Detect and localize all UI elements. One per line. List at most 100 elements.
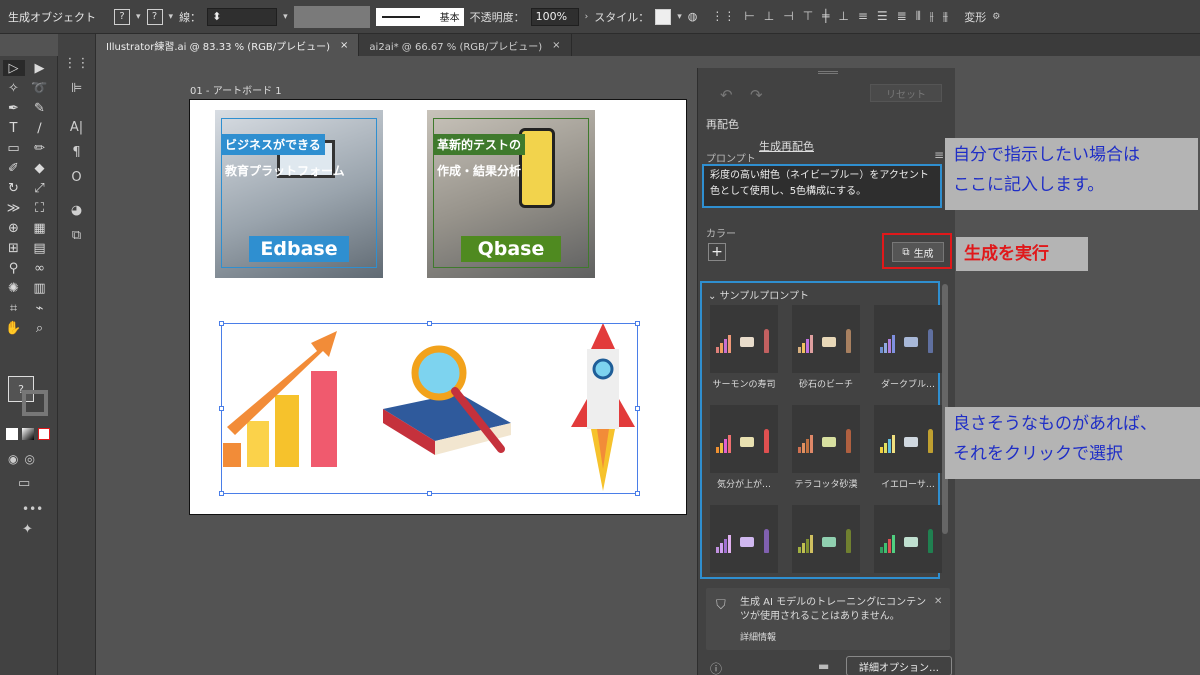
distribute-hcenter-icon[interactable]: ⫲ [930,9,934,24]
shaper-tool-icon[interactable]: ✐ [3,160,25,176]
pathfinder-panel-icon[interactable]: ⧉ [72,228,81,243]
learn-more-link[interactable]: 詳細情報 [740,630,776,643]
variable-width-profile[interactable] [293,5,370,28]
sample-card-label[interactable]: イエローサ… [870,477,946,490]
perspective-grid-icon[interactable]: ▦ [29,220,51,236]
slice-tool-icon[interactable]: ⌁ [29,300,51,316]
undo-icon[interactable]: ↶ [720,86,733,104]
eraser-icon[interactable]: ◆ [29,160,51,176]
tab-recolor[interactable]: 再配色 [706,116,739,132]
sample-card[interactable] [792,405,860,473]
close-icon[interactable]: × [552,40,560,51]
draw-normal-icon[interactable]: ◉ [8,452,18,466]
sparkle-icon[interactable]: ✦ [22,522,33,537]
panel-grip[interactable] [818,71,838,74]
opacity-field[interactable]: 100% [530,7,579,26]
resize-handle[interactable] [635,491,640,496]
chevron-down-icon[interactable]: ▾ [677,12,682,22]
close-icon[interactable]: ✕ [934,596,942,607]
stroke-swatch[interactable]: ? [146,8,163,25]
edbase-thumbnail[interactable]: ビジネスができる 教育プラットフォーム Edbase [215,110,383,278]
sample-card-label[interactable]: 気分が上が… [706,477,782,490]
resize-handle[interactable] [219,491,224,496]
sample-prompts-title[interactable]: ⌄ サンプルプロンプト [708,287,809,302]
pen-tool-icon[interactable]: ✒ [3,100,25,116]
sample-card-label[interactable]: 砂石のビーチ [788,377,864,390]
align-right-icon[interactable]: ⊣ [783,9,793,24]
sample-card[interactable] [874,305,942,373]
screen-mode-icon[interactable]: ▭ [18,476,30,491]
stroke-indicator[interactable] [22,390,48,416]
sample-card[interactable] [874,505,942,573]
type-tool-icon[interactable]: T [3,120,25,136]
distribute-center-icon[interactable]: ☰ [877,9,888,24]
selection-tool-icon[interactable]: ▷ [2,60,25,76]
sample-card[interactable] [710,505,778,573]
blend-tool-icon[interactable]: ∞ [29,260,51,276]
rotate-tool-icon[interactable]: ↻ [3,180,25,196]
distribute-bottom-icon[interactable]: ≣ [897,9,907,24]
distribute-left-icon[interactable]: ⫴ [916,9,921,24]
sample-card-label[interactable]: サーモンの寿司 [706,377,782,390]
character-panel-icon[interactable]: A| [70,120,83,135]
hand-tool-icon[interactable]: ✋ [3,320,25,336]
qbase-thumbnail[interactable]: 革新的テストの 作成・結果分析 Qbase [427,110,595,278]
align-panel-icon[interactable]: ⊫ [71,81,82,96]
tab-generative-recolor[interactable]: 生成再配色 [759,116,814,154]
eyedropper-icon[interactable]: ⚲ [3,260,25,276]
none-button[interactable] [38,428,50,440]
resize-handle[interactable] [219,321,224,326]
gradient-tool-icon[interactable]: ▤ [29,240,51,256]
align-center-icon[interactable]: ⊥ [764,9,774,24]
resize-handle[interactable] [635,321,640,326]
shape-builder-icon[interactable]: ⊕ [3,220,25,236]
tab-ai2ai[interactable]: ai2ai* @ 66.67 % (RGB/プレビュー) × [359,34,572,56]
sample-card[interactable] [710,305,778,373]
align-top-icon[interactable]: ⊤ [803,9,813,24]
artboards-panel-icon[interactable]: ⋮⋮ [64,56,90,71]
color-button[interactable] [6,428,18,440]
curvature-tool-icon[interactable]: ✎ [29,100,51,116]
chevron-down-icon[interactable]: ▾ [169,12,174,22]
brush-definition-dropdown[interactable]: 基本 [375,7,464,26]
sample-card-label[interactable]: テラコッタ砂漠 [788,477,864,490]
fill-stroke-widget[interactable]: ? [8,376,48,420]
generate-button[interactable]: ⧉ 生成 [892,242,944,262]
align-grid-icon[interactable]: ⋮⋮ [711,9,735,24]
align-middle-icon[interactable]: ╪ [822,9,829,24]
gear-icon[interactable]: ⚙ [992,12,1000,22]
folder-icon[interactable]: ▬ [818,659,829,673]
mesh-tool-icon[interactable]: ⊞ [3,240,25,256]
magic-wand-icon[interactable]: ✧ [3,80,25,96]
resize-handle[interactable] [427,321,432,326]
add-color-button[interactable]: + [708,243,726,261]
distribute-right-icon[interactable]: ⫵ [943,9,949,24]
fill-swatch[interactable]: ? [114,8,130,25]
paragraph-panel-icon[interactable]: ¶ [72,145,80,160]
redo-icon[interactable]: ↷ [750,86,763,104]
resize-handle[interactable] [635,406,640,411]
chevron-right-icon[interactable]: › [585,12,589,22]
paintbrush-icon[interactable]: ✏ [29,140,51,156]
info-icon[interactable]: ⓘ [710,660,722,675]
line-tool-icon[interactable]: ∕ [29,120,51,136]
lasso-icon[interactable]: ➰ [29,80,51,96]
zoom-tool-icon[interactable]: ⌕ [29,320,51,336]
graphic-style-swatch[interactable] [655,8,672,25]
appearance-panel-icon[interactable]: ◕ [71,203,82,218]
sample-card[interactable] [874,405,942,473]
artboard-tool-icon[interactable]: ⌗ [3,300,25,316]
prompt-textarea[interactable]: 彩度の高い紺色（ネイビーブルー）をアクセント色として使用し、5色構成にする。 [702,164,942,208]
align-bottom-icon[interactable]: ⊥ [838,9,848,24]
panel-menu-icon[interactable]: ≡ [934,148,944,162]
transform-label[interactable]: 変形 [964,9,986,25]
sample-card[interactable] [710,405,778,473]
resize-handle[interactable] [427,491,432,496]
draw-behind-icon[interactable]: ◎ [24,452,34,466]
align-left-icon[interactable]: ⊢ [744,9,754,24]
rectangle-tool-icon[interactable]: ▭ [3,140,25,156]
sample-card-label[interactable]: ダークブル… [870,377,946,390]
gradient-button[interactable] [22,428,34,440]
sample-card[interactable] [792,505,860,573]
selection-bounding-box[interactable] [221,323,638,494]
